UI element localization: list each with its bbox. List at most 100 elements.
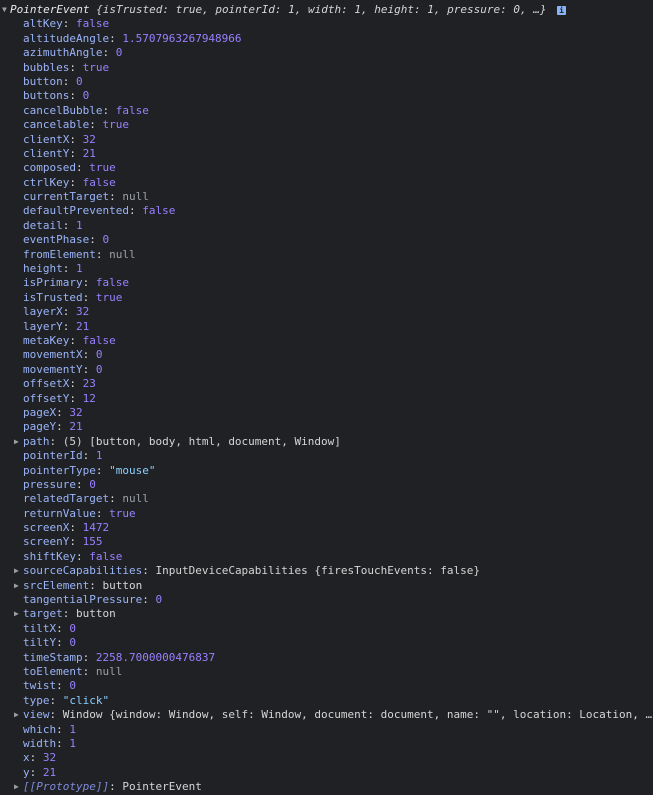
property-value: 155 xyxy=(82,535,103,549)
property-key: pageX xyxy=(23,405,57,419)
property-value: 21 xyxy=(69,420,83,434)
property-row: azimuthAngle: 0 xyxy=(0,46,653,60)
property-row: detail: 1 xyxy=(0,219,653,233)
property-separator: : xyxy=(62,17,76,31)
property-key: type xyxy=(23,693,50,707)
property-row: fromElement: null xyxy=(0,248,653,262)
property-separator: : xyxy=(69,89,83,103)
property-row: clientY: 21 xyxy=(0,147,653,161)
triangle-right-icon[interactable]: ▶ xyxy=(14,780,19,794)
property-row[interactable]: ▶ sourceCapabilities: InputDeviceCapabili… xyxy=(0,564,653,578)
property-separator: : xyxy=(69,377,83,391)
property-separator: : xyxy=(75,549,90,563)
property-row: pointerType: "mouse" xyxy=(0,464,653,478)
triangle-right-icon[interactable]: ▶ xyxy=(14,708,19,722)
triangle-right-icon[interactable]: ▶ xyxy=(14,579,19,593)
property-key: detail xyxy=(23,218,63,232)
property-value: false xyxy=(115,103,149,117)
property-key: target xyxy=(23,607,63,621)
property-row: width: 1 xyxy=(0,737,653,751)
property-key: timeStamp xyxy=(23,650,83,664)
property-value: 1.5707963267948966 xyxy=(122,31,242,45)
property-value: null xyxy=(109,247,136,261)
property-value: 0 xyxy=(76,74,83,88)
property-separator: : xyxy=(69,535,83,549)
property-row: clientX: 32 xyxy=(0,133,653,147)
property-separator: : xyxy=(109,190,123,204)
property-separator: : xyxy=(49,434,63,448)
property-separator: : xyxy=(109,31,123,45)
triangle-right-icon[interactable]: ▶ xyxy=(14,564,19,578)
property-separator: : xyxy=(29,751,43,765)
property-value: 1 xyxy=(76,262,83,276)
property-separator: : xyxy=(69,334,83,347)
property-row: altKey: false xyxy=(0,17,653,31)
triangle-right-icon[interactable]: ▶ xyxy=(14,607,19,621)
property-row[interactable]: ▶ view: Window {window: Window, self: Win… xyxy=(0,708,653,722)
property-value: null xyxy=(122,492,149,506)
property-separator: : xyxy=(109,492,123,506)
triangle-down-icon[interactable]: ▼ xyxy=(2,3,7,17)
property-row: bubbles: true xyxy=(0,61,653,75)
property-key: layerY xyxy=(23,319,63,333)
property-separator: : xyxy=(89,233,103,247)
property-key: srcElement xyxy=(23,578,90,592)
property-row: cancelBubble: false xyxy=(0,104,653,118)
property-key: clientX xyxy=(23,132,70,146)
property-separator: : xyxy=(62,74,76,88)
property-row: x: 32 xyxy=(0,751,653,765)
property-row: isPrimary: false xyxy=(0,276,653,290)
property-row: relatedTarget: null xyxy=(0,492,653,506)
property-value: 12 xyxy=(82,391,96,405)
property-value: false xyxy=(89,549,123,563)
property-row: tiltX: 0 xyxy=(0,622,653,636)
property-separator: : xyxy=(142,593,156,607)
property-row[interactable]: ▶ [[Prototype]]: PointerEvent xyxy=(0,780,653,794)
property-row: type: "click" xyxy=(0,694,653,708)
property-row: offsetY: 12 xyxy=(0,392,653,406)
property-value: true xyxy=(95,290,123,304)
property-separator: : xyxy=(82,664,96,678)
property-separator: : xyxy=(69,146,83,160)
property-value: 0 xyxy=(69,679,76,693)
property-row: cancelable: true xyxy=(0,118,653,132)
property-key: eventPhase xyxy=(23,233,90,247)
property-row[interactable]: ▶ srcElement: button xyxy=(0,579,653,593)
triangle-right-icon[interactable]: ▶ xyxy=(14,435,19,449)
property-key: path xyxy=(23,434,50,448)
property-key: which xyxy=(23,722,57,736)
property-key: tiltY xyxy=(23,636,57,650)
property-row: ctrlKey: false xyxy=(0,176,653,190)
property-value: 1 xyxy=(76,218,83,232)
property-value: 2258.7000000476837 xyxy=(95,650,216,664)
property-value: 1 xyxy=(69,722,76,736)
property-key: height xyxy=(23,262,63,276)
object-header[interactable]: ▼ PointerEvent {isTrusted: true, pointer… xyxy=(0,3,653,17)
property-value: "mouse" xyxy=(109,463,156,477)
property-key: pressure xyxy=(23,477,76,491)
property-separator: : xyxy=(49,708,63,722)
property-row: toElement: null xyxy=(0,665,653,679)
property-value: 32 xyxy=(82,132,96,146)
property-key: azimuthAngle xyxy=(23,46,103,60)
property-value: "click" xyxy=(62,693,110,707)
property-row[interactable]: ▶ target: button xyxy=(0,607,653,621)
property-separator: : xyxy=(69,132,83,146)
property-key: currentTarget xyxy=(23,190,110,204)
property-separator: : xyxy=(56,636,70,650)
property-value: false xyxy=(142,204,176,218)
property-key: x xyxy=(23,751,30,765)
property-separator: : xyxy=(62,262,76,276)
property-key: metaKey xyxy=(23,334,70,347)
property-row: buttons: 0 xyxy=(0,89,653,103)
property-separator: : xyxy=(89,578,103,592)
property-value: (5) [button, body, html, document, Windo… xyxy=(62,434,341,448)
property-key: shiftKey xyxy=(23,549,76,563)
property-separator: : xyxy=(102,103,116,117)
property-separator: : xyxy=(82,650,96,664)
property-separator: : xyxy=(69,60,83,74)
info-badge-icon[interactable]: i xyxy=(557,5,567,15)
property-value: 0 xyxy=(155,593,163,607)
property-separator: : xyxy=(56,679,70,693)
property-row[interactable]: ▶ path: (5) [button, body, html, document… xyxy=(0,435,653,449)
